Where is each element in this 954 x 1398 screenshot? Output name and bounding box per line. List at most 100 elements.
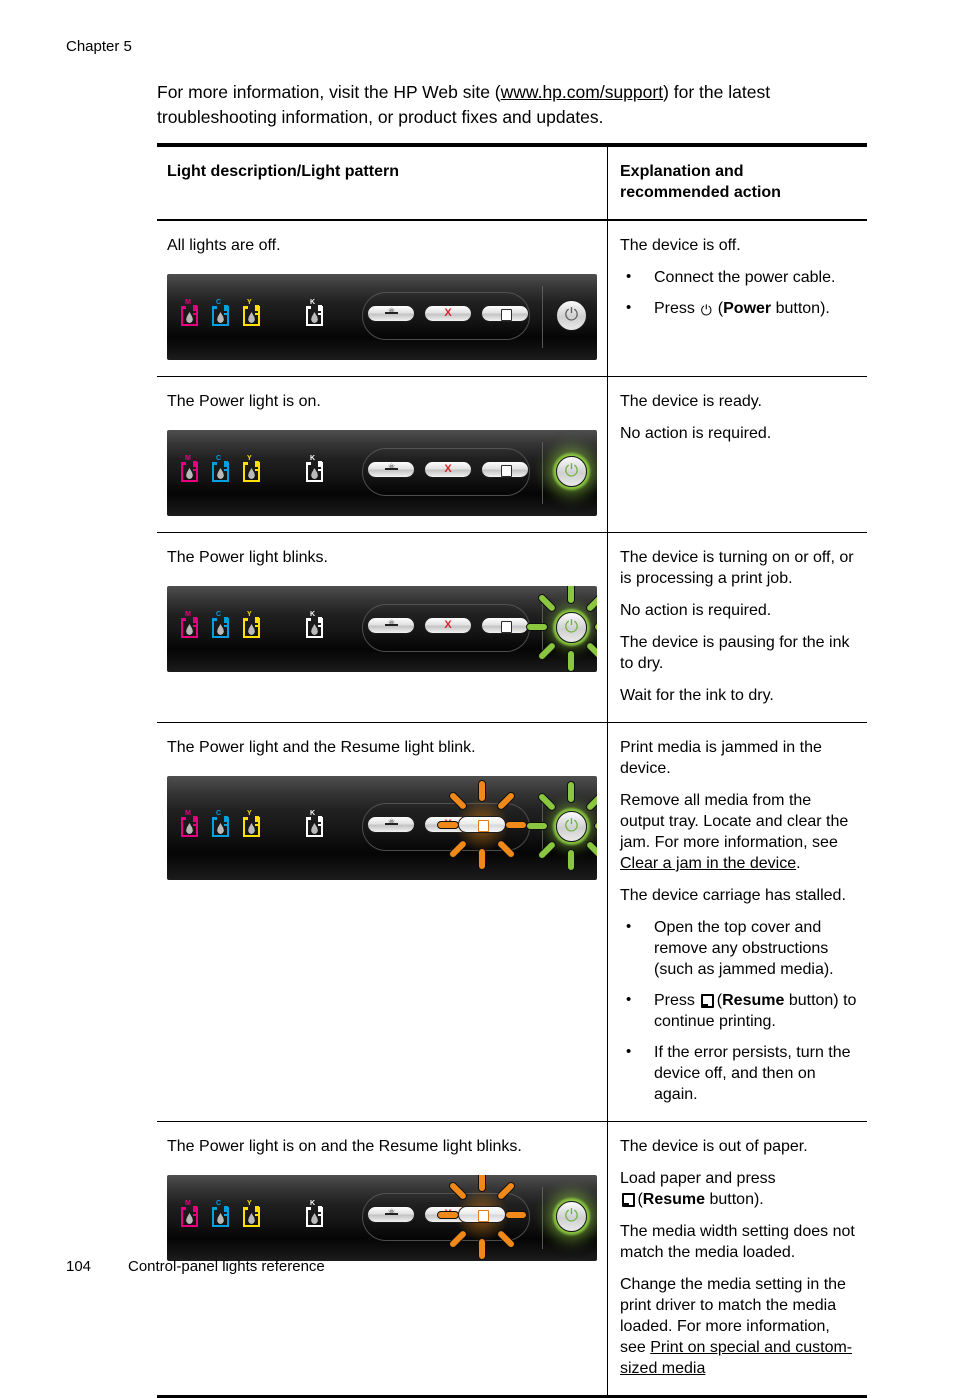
cancel-button[interactable]: X [424, 305, 472, 322]
row-2-pattern-cell: The Power light is on. M C Y K ⚛ X ⏻ [157, 377, 607, 532]
intro-text-before: For more information, visit the HP Web s… [157, 82, 501, 102]
ink-level-icons: M C Y K [181, 1200, 323, 1227]
header-light-description: Light description/Light pattern [167, 163, 399, 180]
control-panel-graphic-row5: M C Y K X [167, 1175, 597, 1261]
control-panel-graphic-row3: M C Y K X [167, 586, 597, 672]
resume-button[interactable] [481, 305, 529, 322]
row-4-label: The Power light and the Resume light bli… [167, 739, 476, 756]
power-button[interactable]: ⏻ [556, 1201, 587, 1232]
ink-label-y: Y [247, 299, 252, 306]
hp-support-link[interactable]: www.hp.com/support [501, 82, 663, 102]
table-row: The Power light blinks. M C Y K ⚛ X ⏻ Th… [157, 533, 867, 723]
document-page: Chapter 5 For more information, visit th… [0, 0, 954, 1398]
row-1-explanation-cell: The device is off. Connect the power cab… [607, 221, 867, 376]
footer-section: Control-panel lights reference [128, 1258, 325, 1275]
panel-button-row: X [367, 305, 529, 322]
resume-button[interactable] [481, 461, 529, 478]
row-2-explanation-title: The device is ready. [620, 393, 762, 410]
bold-resume: Resume [722, 992, 785, 1009]
ink-icon-cyan: C [212, 611, 229, 638]
bullet-press-resume: Press (Resume button) to continue printi… [620, 989, 857, 1032]
table-header-row: Light description/Light pattern Explanat… [157, 143, 867, 221]
power-icon: ⏻ [564, 461, 579, 481]
ink-icon-black: K [306, 810, 323, 837]
self-size-icon [384, 462, 398, 474]
bullet-error-persists: If the error persists, turn the device o… [620, 1041, 857, 1105]
table-header-left: Light description/Light pattern [157, 147, 607, 219]
power-icon: ⏻ [564, 816, 579, 836]
bullet-connect-power-cable: Connect the power cable. [620, 266, 857, 288]
control-panel-body: M C Y K X [167, 1175, 597, 1261]
resume-button[interactable] [481, 617, 529, 634]
bullet-open-top-cover: Open the top cover and remove any obstru… [620, 916, 857, 980]
cancel-button[interactable]: X [424, 461, 472, 478]
ink-icon-yellow: Y [243, 1200, 260, 1227]
resume-button[interactable] [458, 816, 506, 833]
power-button[interactable]: ⏻ [556, 300, 587, 331]
resume-icon [500, 620, 512, 633]
control-panel-body: M C Y K X [167, 586, 597, 672]
row-5-explanation-cell: The device is out of paper. Load paper a… [607, 1122, 867, 1395]
ink-level-icons: M C Y K [181, 455, 323, 482]
intro-paragraph: For more information, visit the HP Web s… [157, 80, 867, 130]
ink-icon-cyan: C [212, 810, 229, 837]
row-3-paragraph-1: No action is required. [620, 602, 772, 619]
print-special-media-link[interactable]: Print on special and custom-sized media [620, 1339, 852, 1377]
power-button[interactable]: ⏻ [556, 612, 587, 643]
self-size-icon [384, 1207, 398, 1219]
cancel-x-icon: X [444, 307, 452, 319]
table-row: The Power light is on. M C Y K ⚛ X ⏻ The… [157, 377, 867, 533]
inline-resume-icon [620, 1193, 635, 1207]
self-size-button[interactable] [367, 1206, 415, 1223]
ink-icon-magenta: M [181, 1200, 198, 1227]
control-panel-body: M C Y K X ⏻ [167, 274, 597, 360]
power-button[interactable]: ⏻ [556, 811, 587, 842]
ink-level-icons: M C Y K [181, 299, 323, 326]
row-2-label: The Power light is on. [167, 393, 321, 410]
panel-divider [542, 286, 543, 348]
bold-resume: Resume [642, 1191, 706, 1208]
ink-level-icons: M C Y K [181, 611, 323, 638]
row-4-explanation-cell: Print media is jammed in the device. Rem… [607, 723, 867, 1121]
ink-icon-yellow: Y [243, 611, 260, 638]
power-icon: ⏻ [564, 617, 579, 637]
cancel-x-icon: X [444, 619, 452, 631]
panel-divider [542, 1187, 543, 1249]
power-button[interactable]: ⏻ [556, 456, 587, 487]
control-panel-body: M C Y K X ⏻ [167, 430, 597, 516]
cancel-button[interactable]: X [424, 617, 472, 634]
control-panel-graphic-row2: M C Y K X ⏻ [167, 430, 597, 516]
row-3-pattern-cell: The Power light blinks. M C Y K ⚛ X ⏻ [157, 533, 607, 722]
ink-icon-magenta: M [181, 611, 198, 638]
chapter-label: Chapter 5 [66, 38, 132, 55]
row-4-carriage-paragraph: The device carriage has stalled. [620, 887, 846, 904]
panel-divider [542, 442, 543, 504]
power-icon: ⏻ [564, 1206, 579, 1226]
row-1-label: All lights are off. [167, 237, 281, 254]
self-size-button[interactable] [367, 617, 415, 634]
self-size-button[interactable] [367, 305, 415, 322]
self-size-button[interactable] [367, 461, 415, 478]
clear-jam-link[interactable]: Clear a jam in the device [620, 855, 796, 872]
resume-icon [477, 1209, 489, 1222]
row-5-change-media-paragraph: Change the media setting in the print dr… [620, 1276, 853, 1377]
resume-button[interactable] [458, 1206, 506, 1223]
table-row: All lights are off. M C Y K ⚛ X ⏻ The de… [157, 221, 867, 377]
row-4-pattern-cell: The Power light and the Resume light bli… [157, 723, 607, 1121]
self-size-icon [384, 618, 398, 630]
header-explanation: Explanation and recommended action [620, 163, 781, 201]
bullet-press-power: Press ⏻ (Power button). [620, 297, 857, 319]
row-1-pattern-cell: All lights are off. M C Y K ⚛ X ⏻ [157, 221, 607, 376]
row-4-jam-paragraph: Remove all media from the output tray. L… [620, 792, 849, 872]
self-size-icon [384, 817, 398, 829]
row-3-label: The Power light blinks. [167, 549, 328, 566]
bold-power: Power [723, 300, 772, 317]
ink-icon-cyan: C [212, 299, 229, 326]
table-row: The Power light and the Resume light bli… [157, 723, 867, 1122]
row-3-explanation-title: The device is turning on or off, or is p… [620, 549, 854, 587]
self-size-button[interactable] [367, 816, 415, 833]
resume-icon [500, 308, 512, 321]
ink-label-m: M [185, 299, 191, 306]
row-5-media-width-paragraph: The media width setting does not match t… [620, 1223, 855, 1261]
ink-icon-yellow: Y [243, 810, 260, 837]
